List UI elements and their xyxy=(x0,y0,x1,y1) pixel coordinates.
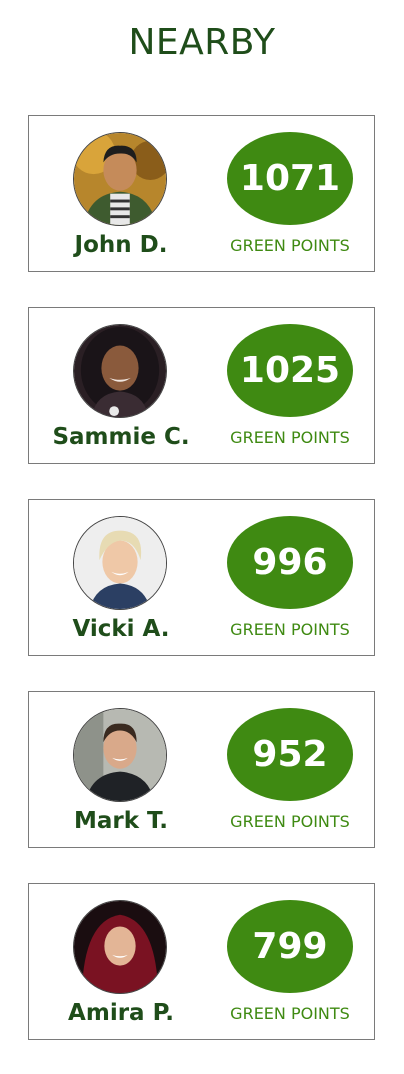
avatar xyxy=(73,900,167,994)
avatar-photo-icon xyxy=(74,133,166,225)
avatar xyxy=(73,516,167,610)
list-item[interactable]: Mark T. 952 GREEN POINTS xyxy=(28,691,375,848)
person-name: Amira P. xyxy=(68,1000,174,1026)
avatar-photo-icon xyxy=(74,709,166,801)
avatar-photo-icon xyxy=(74,901,166,993)
points-value: 1025 xyxy=(239,350,341,391)
page-title: NEARBY xyxy=(128,22,276,63)
person-name: Mark T. xyxy=(74,808,168,834)
list-item[interactable]: John D. 1071 GREEN POINTS xyxy=(28,115,375,272)
points-value: 996 xyxy=(252,542,328,583)
points-badge: 996 xyxy=(227,516,353,609)
avatar xyxy=(73,708,167,802)
points-label: GREEN POINTS xyxy=(230,620,350,639)
person-name: Sammie C. xyxy=(52,424,190,450)
points-badge: 799 xyxy=(227,900,353,993)
points-value: 952 xyxy=(252,734,328,775)
points-badge: 1025 xyxy=(227,324,353,417)
points-label: GREEN POINTS xyxy=(230,428,350,447)
avatar-photo-icon xyxy=(74,517,166,609)
list-item[interactable]: Sammie C. 1025 GREEN POINTS xyxy=(28,307,375,464)
points-label: GREEN POINTS xyxy=(230,236,350,255)
avatar xyxy=(73,324,167,418)
avatar-photo-icon xyxy=(74,325,166,417)
person-name: Vicki A. xyxy=(72,616,170,642)
list-item[interactable]: Vicki A. 996 GREEN POINTS xyxy=(28,499,375,656)
points-badge: 952 xyxy=(227,708,353,801)
points-value: 799 xyxy=(252,926,328,967)
points-label: GREEN POINTS xyxy=(230,812,350,831)
points-badge: 1071 xyxy=(227,132,353,225)
person-name: John D. xyxy=(74,232,168,258)
list-item[interactable]: Amira P. 799 GREEN POINTS xyxy=(28,883,375,1040)
avatar xyxy=(73,132,167,226)
points-value: 1071 xyxy=(239,158,341,199)
points-label: GREEN POINTS xyxy=(230,1004,350,1023)
